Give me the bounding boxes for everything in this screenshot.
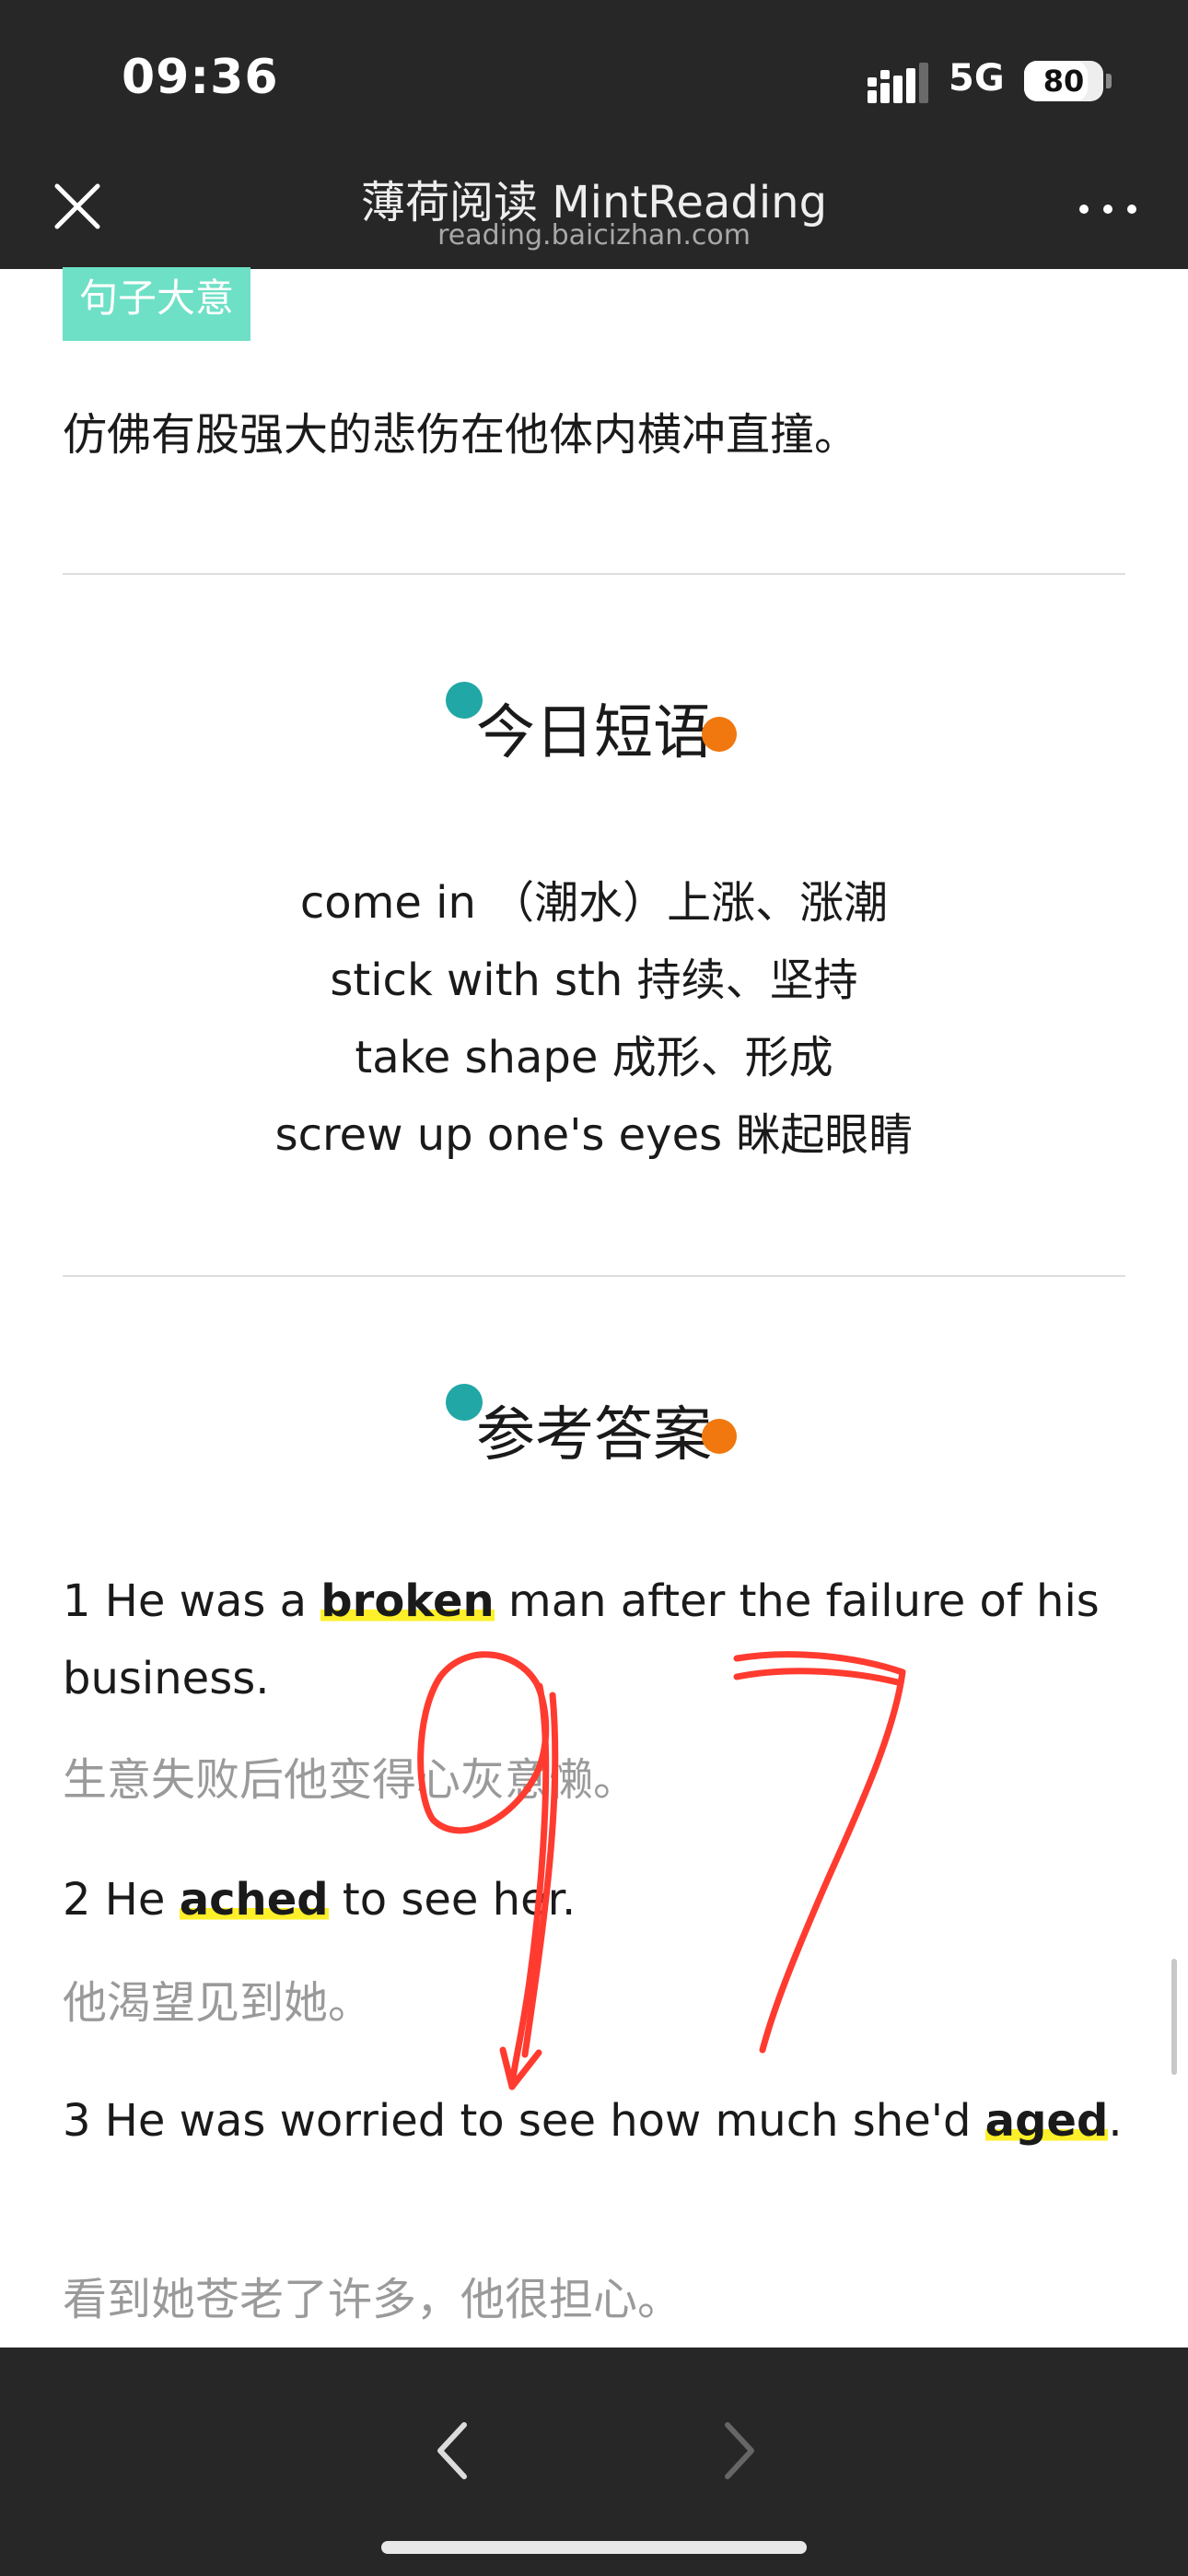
battery-icon: 80 [1024, 61, 1103, 101]
divider [63, 573, 1125, 575]
phrase-item: come in （潮水）上涨、涨潮 [299, 877, 889, 929]
more-icon[interactable] [1079, 197, 1138, 219]
answer-keyword: broken [320, 1575, 495, 1627]
answer-text: 3 He was worried to see how much she'd [63, 2095, 985, 2147]
answer-text: . [1108, 2095, 1123, 2147]
handwritten-score-mark [417, 1651, 906, 2090]
top-bar: 09:36 5G 80 薄荷阅读 MintReading reading.bai… [0, 0, 1188, 269]
phrase-item: take shape 成形、形成 [355, 1032, 833, 1083]
chevron-left-icon[interactable] [425, 2412, 484, 2489]
phrases-list: come in （潮水）上涨、涨潮 stick with sth 持续、坚持 t… [0, 864, 1188, 1174]
answer-sentence: 3 He was worried to see how much she'd a… [63, 2082, 1131, 2160]
answer-keyword: aged [984, 2095, 1109, 2147]
network-label: 5G [949, 57, 1005, 100]
answer-text: 1 He was a [63, 1575, 321, 1627]
divider [63, 1275, 1125, 1277]
answer-sentence: 1 He was a broken man after the failure … [63, 1563, 1131, 1717]
answer-translation: 生意失败后他变得心灰意懒。 [63, 1754, 638, 1806]
page-url: reading.baicizhan.com [437, 219, 751, 252]
answer-text: 2 He [63, 1874, 180, 1926]
answer-keyword: ached [179, 1874, 329, 1926]
home-indicator [381, 2541, 807, 2554]
heading-dot-orange [702, 717, 737, 752]
cellular-signal-icon [868, 63, 928, 103]
answer-sentence: 2 He ached to see her. [63, 1861, 1131, 1938]
answer-translation: 看到她苍老了许多，他很担心。 [63, 2274, 682, 2325]
answers-heading: 参考答案 [476, 1401, 712, 1469]
sentence-meaning-text: 仿佛有股强大的悲伤在他体内横冲直撞。 [63, 409, 859, 461]
status-time: 09:36 [122, 50, 279, 105]
phrase-item: screw up one's eyes 眯起眼睛 [274, 1109, 914, 1161]
chevron-right-icon[interactable] [707, 2412, 766, 2489]
battery-percent: 80 [1042, 64, 1085, 99]
answer-text: to see her. [328, 1874, 577, 1926]
sentence-meaning-tag: 句子大意 [63, 267, 251, 341]
scrollbar[interactable] [1171, 1959, 1177, 2075]
battery-tip [1106, 74, 1112, 88]
phrases-heading: 今日短语 [476, 699, 712, 767]
phrase-item: stick with sth 持续、坚持 [330, 954, 858, 1006]
heading-dot-orange [702, 1419, 737, 1454]
bottom-bar [0, 2348, 1188, 2576]
answer-translation: 他渴望见到她。 [63, 1977, 373, 2029]
